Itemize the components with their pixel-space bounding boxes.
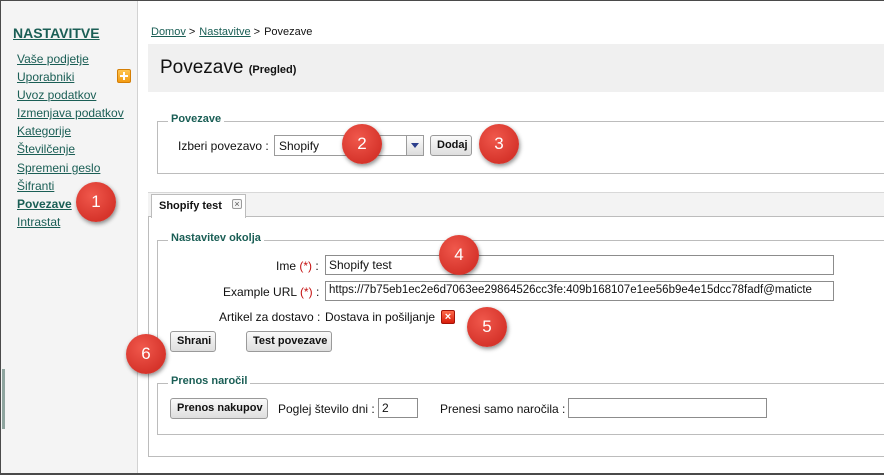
label-colon: : — [315, 285, 320, 299]
sidebar-item-import[interactable]: Uvoz podatkov — [17, 87, 96, 103]
sidebar-item-users[interactable]: Uporabniki — [17, 69, 74, 85]
name-label-text: Ime — [276, 259, 297, 273]
breadcrumb: Domov > Nastavitve > Povezave — [151, 26, 312, 38]
save-button[interactable]: Shrani — [170, 331, 216, 352]
orders-legend: Prenos naročil — [168, 375, 251, 387]
days-label: Poglej število dni : — [278, 402, 375, 416]
select-connection-label: Izberi povezavo : — [178, 139, 269, 153]
breadcrumb-settings[interactable]: Nastavitve — [199, 26, 250, 38]
only-orders-input[interactable] — [568, 398, 767, 418]
sidebar-item-intrastat[interactable]: Intrastat — [17, 214, 60, 230]
name-input[interactable]: Shopify test — [325, 255, 834, 275]
sidebar-item-categories[interactable]: Kategorije — [17, 123, 71, 139]
tab-label: Shopify test — [159, 200, 222, 212]
page-subtitle: (Pregled) — [248, 64, 297, 76]
transfer-purchases-button[interactable]: Prenos nakupov — [170, 398, 268, 419]
sidebar-item-company[interactable]: Vaše podjetje — [17, 51, 89, 67]
delivery-value: Dostava in pošiljanje — [325, 310, 436, 324]
connection-select-value: Shopify — [279, 139, 320, 153]
sidebar-item-codebooks[interactable]: Šifranti — [17, 178, 54, 194]
test-connection-button[interactable]: Test povezave — [246, 331, 332, 352]
required-mark: (*) — [299, 259, 313, 273]
callout-badge: 2 — [342, 124, 382, 164]
add-connection-button[interactable]: Dodaj — [430, 135, 472, 156]
tab-strip — [148, 193, 884, 217]
close-icon[interactable]: × — [232, 199, 242, 209]
sidebar-item-change-password[interactable]: Spremeni geslo — [17, 160, 100, 176]
chevron-down-icon[interactable] — [406, 136, 423, 155]
callout-badge: 1 — [76, 182, 116, 222]
page-title-text: Povezave — [160, 57, 244, 78]
remove-delivery-icon[interactable]: × — [441, 310, 455, 324]
breadcrumb-separator: > — [253, 26, 261, 38]
days-input[interactable]: 2 — [378, 398, 418, 418]
only-orders-label: Prenesi samo naročila : — [440, 402, 566, 416]
sidebar-item-connections[interactable]: Povezave — [17, 196, 72, 212]
url-input[interactable]: https://7b75eb1ec2e6d7063ee29864526cc3fe… — [325, 281, 834, 301]
sidebar-item-numbering[interactable]: Številčenje — [17, 141, 75, 157]
label-colon: : — [315, 259, 319, 273]
url-label-text: Example URL — [223, 285, 297, 299]
name-label: Ime (*) : — [276, 259, 319, 273]
sidebar-item-data-exchange[interactable]: Izmenjava podatkov — [17, 105, 124, 121]
environment-legend: Nastavitev okolja — [168, 232, 264, 244]
callout-badge: 4 — [439, 235, 479, 275]
add-user-icon[interactable] — [117, 69, 131, 83]
sidebar-resize-handle[interactable] — [2, 369, 5, 429]
connections-legend: Povezave — [168, 113, 225, 125]
url-label: Example URL (*) : — [223, 285, 319, 299]
required-mark: (*) — [299, 285, 313, 299]
breadcrumb-separator: > — [188, 26, 196, 38]
breadcrumb-current: Povezave — [264, 26, 313, 38]
page-title: Povezave (Pregled) — [160, 57, 296, 79]
callout-badge: 6 — [126, 334, 166, 374]
callout-badge: 3 — [479, 124, 519, 164]
tab-shopify-test[interactable]: Shopify test × — [151, 194, 246, 218]
sidebar-title[interactable]: NASTAVITVE — [13, 25, 100, 41]
breadcrumb-home[interactable]: Domov — [151, 26, 186, 38]
delivery-label: Artikel za dostavo : — [219, 310, 321, 324]
callout-badge: 5 — [467, 307, 507, 347]
